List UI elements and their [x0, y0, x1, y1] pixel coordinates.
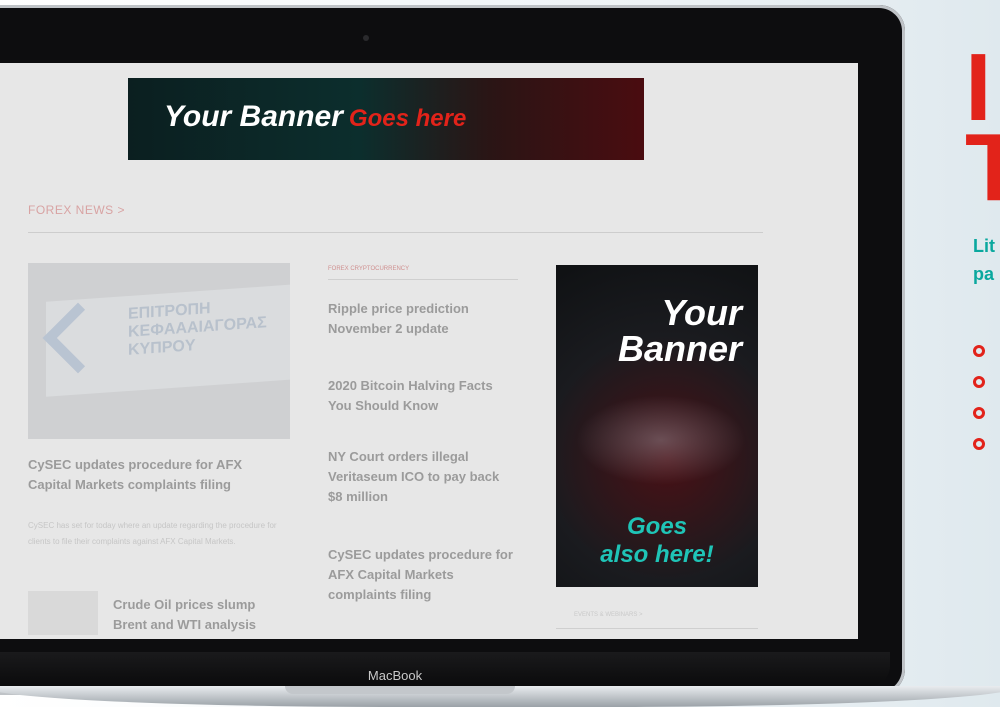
laptop-hinge-notch: [285, 686, 515, 694]
center-article-headline[interactable]: Ripple price prediction November 2 updat…: [328, 299, 518, 339]
center-headline-line: November 2 update: [328, 321, 449, 336]
featured-article-headline[interactable]: CySEC updates procedure for AFX Capital …: [28, 455, 290, 495]
bottom-article-headline[interactable]: Crude Oil prices slump Brent and WTI ana…: [113, 595, 283, 635]
laptop-shell: Your Banner Goes here FOREX NEWS > EПITPO…: [0, 5, 905, 695]
side-banner-line1: Your: [661, 292, 742, 333]
center-headline-line: Ripple price prediction: [328, 301, 469, 316]
featured-article-excerpt: CySEC has set for today where an update …: [28, 521, 277, 546]
center-article-headline[interactable]: CySEC updates procedure for AFX Capital …: [328, 545, 518, 605]
promo-headline-line2: T: [965, 114, 1000, 221]
center-headline-line: complaints filing: [328, 587, 432, 602]
center-column-tab[interactable]: FOREX CRYPTOCURRENCY: [328, 266, 409, 272]
bullet-circle-icon: [973, 345, 985, 357]
sign-text: EПITPOПH KEФAAAIAГOPAΣ KYПPOY: [128, 296, 267, 360]
center-headline-line: 2020 Bitcoin Halving Facts: [328, 378, 493, 393]
top-banner-text: Your Banner Goes here: [164, 100, 466, 134]
side-banner-ad[interactable]: Your Banner Goes also here!: [556, 265, 758, 587]
center-headline-line: You Should Know: [328, 398, 439, 413]
bottom-headline-line1: Crude Oil prices slump: [113, 597, 256, 612]
side-section-label[interactable]: EVENTS & WEBINARS >: [574, 612, 643, 618]
featured-headline-line2: Capital Markets complaints filing: [28, 477, 231, 492]
side-banner-line2: Banner: [617, 328, 742, 369]
side-banner-subtitle: Goes also here!: [556, 513, 758, 569]
center-headline-line: NY Court orders illegal: [328, 449, 469, 464]
top-banner-main: Your Banner: [164, 100, 343, 133]
center-column-divider: [328, 279, 518, 280]
bullet-circle-icon: [973, 438, 985, 450]
bullet-circle-icon: [973, 407, 985, 419]
bottom-headline-line2: Brent and WTI analysis: [113, 617, 257, 632]
bottom-article-thumbnail[interactable]: [28, 591, 98, 635]
section-divider: [28, 232, 763, 233]
top-banner-ad[interactable]: Your Banner Goes here: [128, 78, 644, 160]
brand-text: MacBook: [367, 668, 423, 683]
side-section-divider: [556, 628, 758, 629]
center-article-headline[interactable]: 2020 Bitcoin Halving Facts You Should Kn…: [328, 376, 518, 416]
promo-bullet-list: [973, 345, 985, 469]
promo-lede: Lit pa: [973, 232, 995, 288]
side-banner-line3: Goes: [626, 513, 688, 540]
featured-headline-line1: CySEC updates procedure for AFX: [28, 457, 243, 472]
section-title-forex-news[interactable]: FOREX NEWS >: [28, 203, 125, 217]
top-banner-sub: Goes here: [348, 105, 467, 132]
center-headline-line: AFX Capital Markets: [328, 567, 454, 582]
center-article-headline[interactable]: NY Court orders illegal Veritaseum ICO t…: [328, 447, 518, 507]
promo-lede-line2: pa: [973, 264, 995, 284]
promo-lede-line1: Lit: [973, 236, 995, 256]
promo-panel: I T Lit pa: [965, 20, 1000, 580]
side-banner-line4: also here!: [600, 541, 714, 568]
center-headline-line: CySEC updates procedure for: [328, 547, 513, 562]
world-map-graphic: [576, 395, 746, 485]
featured-article-image[interactable]: EПITPOПH KEФAAAIAГOPAΣ KYПPOY: [28, 263, 290, 439]
center-headline-line: Veritaseum ICO to pay back: [328, 469, 500, 484]
camera-icon: [363, 35, 369, 41]
laptop-chin: [0, 652, 890, 686]
side-banner-title: Your Banner: [556, 295, 758, 367]
scene: I T Lit pa Your Banner Goes here FOREX NE…: [0, 0, 1000, 707]
bullet-circle-icon: [973, 376, 985, 388]
laptop-screen: Your Banner Goes here FOREX NEWS > EПITPO…: [0, 63, 858, 639]
center-headline-line: $8 million: [328, 489, 388, 504]
